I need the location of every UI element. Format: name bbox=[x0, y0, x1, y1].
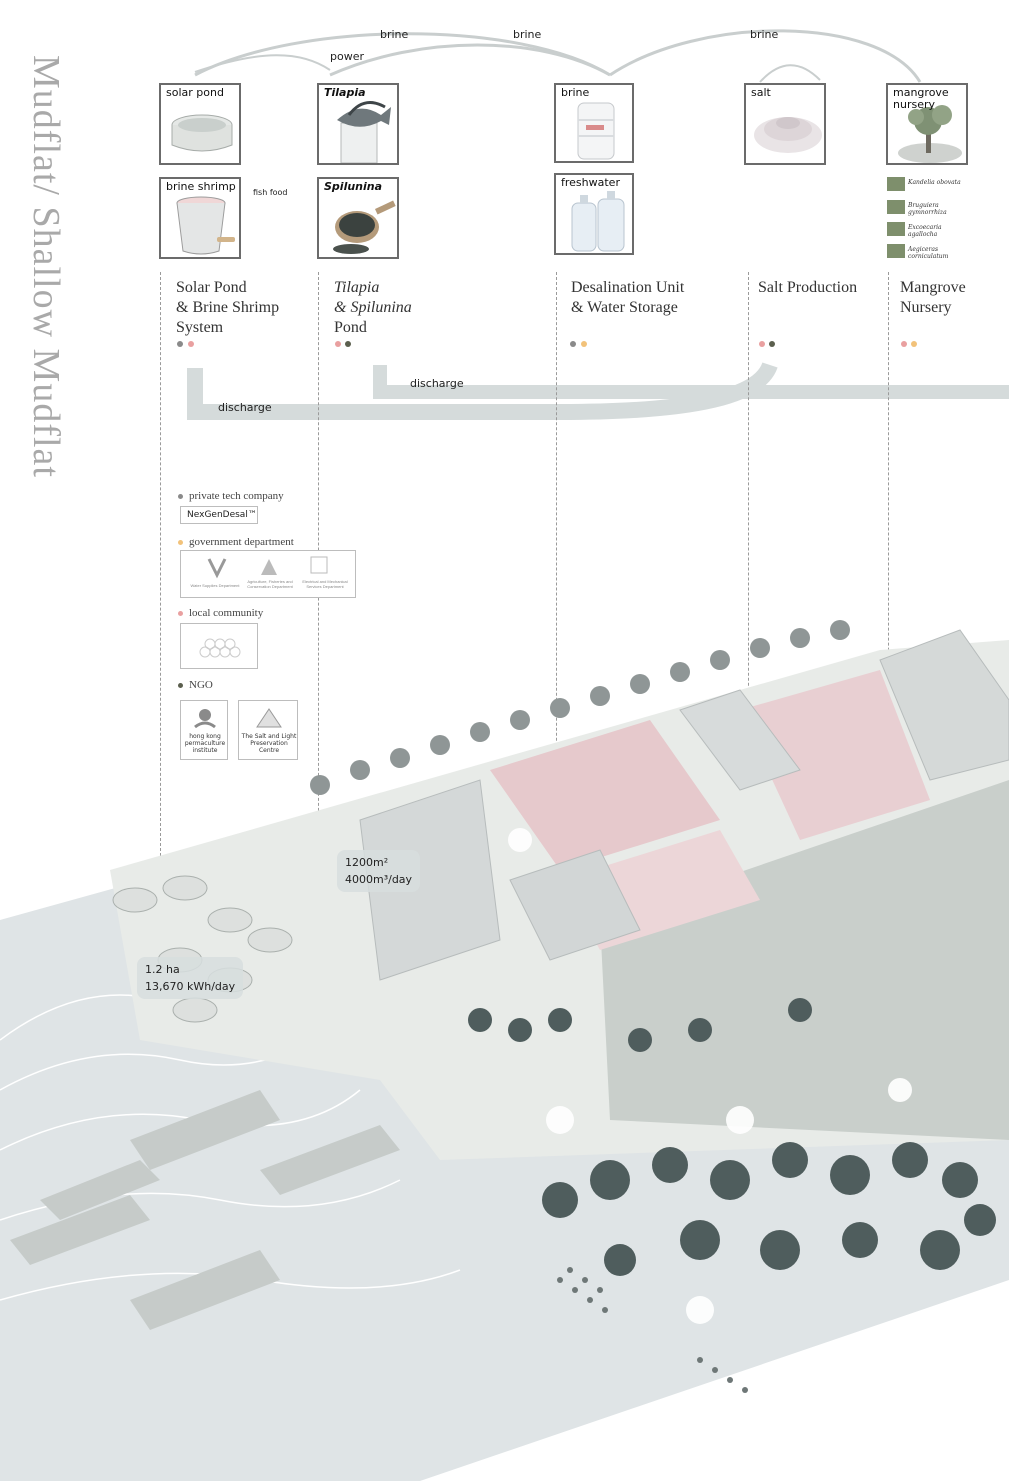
column-title-mangrove: Mangrove Nursery bbox=[900, 278, 966, 318]
logo-government-departments: Water Supplies Department Agriculture, F… bbox=[180, 550, 356, 598]
title-line: Pond bbox=[334, 319, 367, 336]
stat-solar-pond: 1.2 ha 13,670 kWh/day bbox=[137, 957, 244, 999]
legend-community: local community bbox=[178, 607, 263, 619]
flow-arrows bbox=[187, 29, 1009, 420]
stat-area: 1.2 ha bbox=[145, 963, 180, 976]
flow-label-discharge: discharge bbox=[410, 377, 464, 390]
species-swatch bbox=[887, 200, 905, 214]
stat-energy: 13,670 kWh/day bbox=[145, 980, 236, 993]
card-solar-pond: solar pond bbox=[159, 83, 241, 165]
card-tilapia: Tilapia bbox=[317, 83, 399, 165]
legend-dot bbox=[178, 610, 183, 616]
logo-text: Electrical and Mechanical Services Depar… bbox=[302, 579, 348, 589]
dot-ngo bbox=[345, 341, 351, 347]
card-spilunina: Spilunina bbox=[317, 177, 399, 259]
legend-government: government department bbox=[178, 536, 294, 548]
flow-label-power: power bbox=[330, 50, 364, 63]
title-line: Solar Pond bbox=[176, 279, 247, 296]
species-name: Aegiceras corniculatum bbox=[908, 246, 949, 260]
dot-community bbox=[188, 341, 194, 347]
card-label: mangrove nursery bbox=[893, 86, 949, 111]
card-label: solar pond bbox=[166, 86, 224, 99]
title-line: System bbox=[176, 319, 224, 336]
title-line: & Spilunina bbox=[334, 299, 412, 316]
card-label: Spilunina bbox=[324, 180, 383, 193]
species-swatch bbox=[887, 222, 905, 236]
gov-logos bbox=[207, 556, 328, 579]
legend-label: local community bbox=[189, 607, 264, 619]
species-name: Kandelia obovata bbox=[908, 179, 961, 186]
stat-desalination: 1200m² 4000m³/day bbox=[337, 850, 421, 892]
species-swatch bbox=[887, 244, 905, 258]
title-line: Tilapia bbox=[334, 279, 380, 296]
dot-community bbox=[335, 341, 341, 347]
title-line: & Brine Shrimp bbox=[176, 299, 280, 316]
title-line: Nursery bbox=[900, 299, 952, 316]
title-line: Mangrove bbox=[900, 279, 966, 296]
card-salt: salt bbox=[744, 83, 826, 165]
dot-government bbox=[911, 341, 917, 347]
dot-ngo bbox=[769, 341, 775, 347]
flow-label-discharge: discharge bbox=[218, 401, 272, 414]
legend-private: private tech company bbox=[178, 490, 284, 502]
column-title-solar-pond: Solar Pond & Brine Shrimp System bbox=[176, 278, 279, 338]
card-label: Tilapia bbox=[324, 86, 366, 99]
logo-nexgendesal: NexGenDesal™ bbox=[180, 506, 258, 524]
logo-text: Water Supplies Department bbox=[190, 583, 240, 588]
species-swatch bbox=[887, 177, 905, 191]
card-brine-shrimp: brine shrimp bbox=[159, 177, 241, 259]
dot-community bbox=[901, 341, 907, 347]
card-label: salt bbox=[751, 86, 771, 99]
card-brine: brine bbox=[554, 83, 634, 163]
column-title-tilapia: Tilapia & Spilunina Pond bbox=[334, 278, 412, 338]
card-label: brine bbox=[561, 86, 590, 99]
species-name: Excoecaria agallocha bbox=[908, 224, 942, 238]
legend-label: private tech company bbox=[189, 490, 284, 502]
flow-label-brine: brine bbox=[380, 28, 409, 41]
flow-label-brine: brine bbox=[513, 28, 542, 41]
legend-dot bbox=[178, 539, 183, 545]
dot-private bbox=[177, 341, 183, 347]
title-line: & Water Storage bbox=[571, 299, 678, 316]
dot-government bbox=[581, 341, 587, 347]
column-title-desalination: Desalination Unit & Water Storage bbox=[571, 278, 684, 318]
card-label: brine shrimp bbox=[166, 180, 236, 193]
dot-community bbox=[759, 341, 765, 347]
title-line: Desalination Unit bbox=[571, 279, 685, 296]
stat-area: 1200m² bbox=[345, 856, 389, 869]
species-name: Bruguiera gymnorrhiza bbox=[908, 202, 947, 216]
legend-dot bbox=[178, 493, 183, 499]
site-plan-illustration bbox=[0, 620, 1009, 1481]
flow-label-fish-food: fish food bbox=[253, 188, 288, 197]
column-title-salt: Salt Production bbox=[758, 278, 857, 298]
card-freshwater: freshwater bbox=[554, 173, 634, 255]
title-line: Salt Production bbox=[758, 279, 858, 296]
flow-label-brine: brine bbox=[750, 28, 779, 41]
stat-rate: 4000m³/day bbox=[345, 873, 413, 886]
logo-text: NexGenDesal™ bbox=[187, 510, 257, 520]
card-mangrove-nursery: mangrove nursery bbox=[886, 83, 968, 165]
legend-label: government department bbox=[189, 536, 294, 548]
card-label: freshwater bbox=[561, 176, 620, 189]
logo-text: Agriculture, Fisheries and Conservation … bbox=[247, 579, 293, 589]
dot-private bbox=[570, 341, 576, 347]
